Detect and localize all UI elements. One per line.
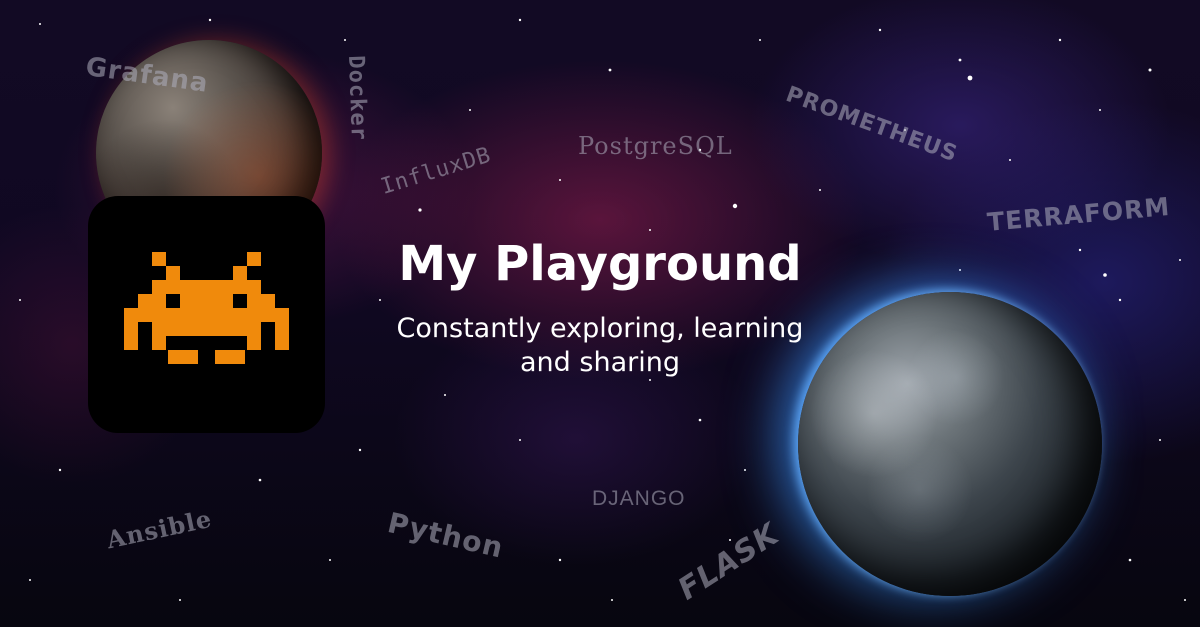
subtitle-line-2: and sharing: [520, 347, 680, 378]
app-icon: [88, 196, 325, 433]
space-invader-icon: [124, 252, 289, 364]
tech-label-django: DJANGO: [592, 487, 686, 510]
tech-label-postgresql: PostgreSQL: [578, 132, 733, 160]
subtitle-line-1: Constantly exploring, learning: [396, 313, 804, 344]
tech-label-docker: Docker: [343, 55, 371, 142]
page-subtitle: Constantly exploring, learning and shari…: [340, 312, 860, 380]
space-background: Grafana Docker InfluxDB PostgreSQL PROME…: [0, 0, 1200, 627]
page-title: My Playground: [398, 236, 802, 292]
